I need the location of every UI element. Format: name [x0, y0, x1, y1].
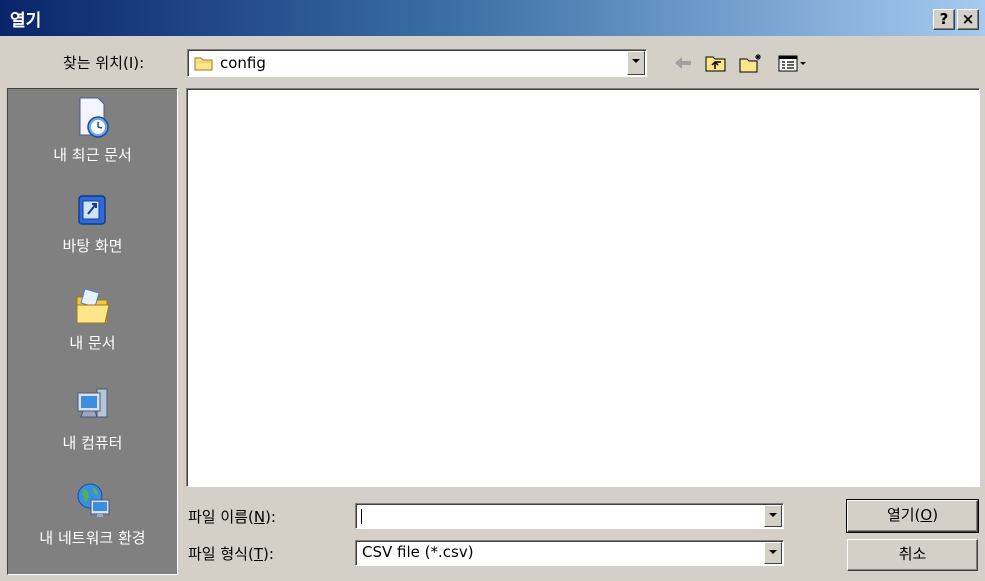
- window-title: 열기: [10, 11, 42, 31]
- place-recent-documents[interactable]: 내 최근 문서: [8, 91, 177, 183]
- new-folder-icon[interactable]: [738, 52, 764, 74]
- file-name-label: 파일 이름(N):: [188, 508, 276, 526]
- place-label: 내 컴퓨터: [62, 434, 123, 452]
- file-name-dropdown-button[interactable]: [764, 505, 782, 527]
- open-button[interactable]: 열기(O): [846, 499, 979, 533]
- network-icon: [77, 483, 109, 517]
- place-label: 내 문서: [69, 334, 116, 352]
- place-network[interactable]: 내 네트워크 환경: [8, 474, 177, 566]
- place-my-computer[interactable]: 내 컴퓨터: [8, 379, 177, 471]
- view-menu-icon[interactable]: [776, 52, 812, 74]
- look-in-dropdown[interactable]: config: [187, 49, 647, 77]
- file-type-value: CSV file (*.csv): [362, 543, 474, 561]
- places-bar: 내 최근 문서 바탕 화면 내 문서 내 컴퓨터 내 네트워크 환경: [7, 88, 178, 575]
- file-type-dropdown-button[interactable]: [764, 542, 782, 564]
- look-in-value: config: [220, 54, 266, 72]
- look-in-dropdown-button[interactable]: [627, 51, 645, 75]
- file-type-label: 파일 형식(T):: [188, 545, 274, 563]
- place-label: 내 네트워크 환경: [39, 529, 146, 547]
- recent-documents-icon: [79, 97, 109, 138]
- place-desktop[interactable]: 바탕 화면: [8, 184, 177, 276]
- folder-icon: [194, 57, 213, 71]
- text-cursor: [361, 509, 362, 524]
- my-documents-icon: [76, 288, 110, 324]
- file-name-input[interactable]: [355, 503, 784, 529]
- file-type-dropdown[interactable]: CSV file (*.csv): [355, 540, 784, 566]
- up-folder-icon[interactable]: [704, 52, 728, 74]
- my-computer-icon: [77, 388, 107, 418]
- desktop-icon: [77, 195, 106, 225]
- help-button[interactable]: ?: [933, 9, 955, 30]
- cancel-button[interactable]: 취소: [847, 539, 978, 571]
- title-bar[interactable]: 열기 ? ×: [0, 0, 985, 36]
- place-label: 바탕 화면: [62, 237, 123, 255]
- close-button[interactable]: ×: [957, 9, 979, 30]
- place-my-documents[interactable]: 내 문서: [8, 279, 177, 371]
- file-list[interactable]: [186, 88, 980, 487]
- look-in-label: 찾는 위치(I):: [63, 54, 145, 72]
- place-label: 내 최근 문서: [53, 146, 132, 164]
- back-arrow-icon[interactable]: [672, 52, 694, 74]
